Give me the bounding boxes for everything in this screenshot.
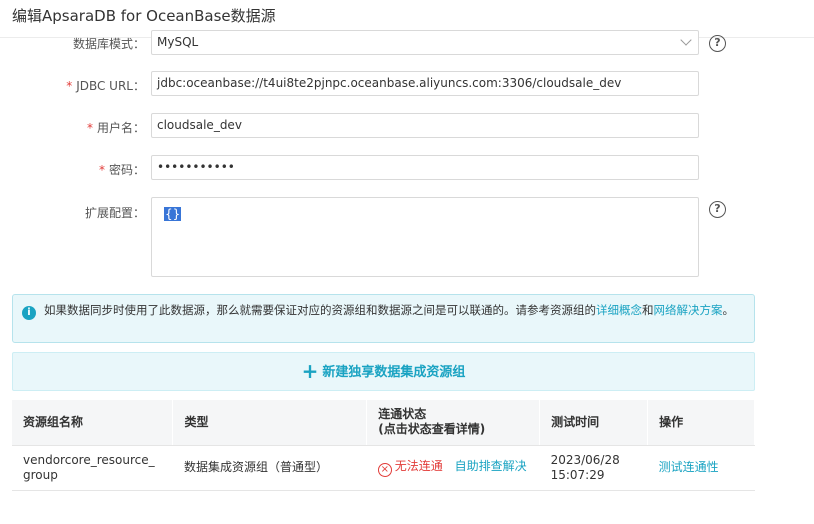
username-label: * 用户名：	[10, 119, 145, 136]
col-header-status: 连通状态 (点击状态查看详情)	[366, 400, 541, 446]
help-icon[interactable]: ?	[709, 35, 726, 52]
test-time-value: 2023/06/28 15:07:29	[550, 452, 620, 482]
cell-test-time: 2023/06/28 15:07:29	[539, 445, 648, 491]
required-mark: *	[98, 163, 105, 177]
col-header-type: 类型	[172, 400, 368, 446]
username-input[interactable]: cloudsale_dev	[151, 113, 699, 138]
cell-type: 数据集成资源组（普通型）	[172, 445, 367, 491]
col-header-name: 资源组名称	[12, 400, 174, 446]
status-text: 无法连通	[394, 458, 443, 473]
db-mode-select[interactable]: MySQL	[151, 30, 699, 55]
db-mode-label: 数据库模式：	[72, 37, 145, 51]
network-solution-link[interactable]: 网络解决方案	[654, 303, 723, 317]
error-icon: ×	[377, 462, 392, 477]
help-icon[interactable]: ?	[709, 201, 726, 218]
status-failed[interactable]: × 无法连通	[377, 458, 443, 477]
jdbc-url-label-text: JDBC URL：	[76, 79, 145, 93]
password-label: * 密码：	[10, 161, 145, 178]
password-label-text: 密码：	[108, 163, 145, 177]
jdbc-url-label: * JDBC URL：	[10, 77, 145, 94]
required-mark: *	[86, 121, 93, 135]
concept-link[interactable]: 详细概念	[596, 303, 642, 317]
db-mode-value: MySQL	[157, 35, 199, 49]
ext-config-label: 扩展配置：	[84, 206, 145, 220]
password-input[interactable]: •••••••••••	[151, 155, 699, 180]
ext-config-value: {}	[164, 207, 182, 221]
cell-action: 测试连通性	[647, 445, 755, 491]
cell-status: × 无法连通 自助排查解决	[366, 445, 540, 491]
notice-body: 如果数据同步时使用了此数据源，那么就需要保证对应的资源组和数据源之间是可以联通的…	[44, 303, 596, 317]
new-resource-group-button[interactable]: + 新建独享数据集成资源组	[12, 352, 755, 391]
col-header-action: 操作	[647, 400, 755, 446]
required-mark: *	[66, 79, 73, 93]
table-row: vendorcore_resource_group 数据集成资源组（普通型） ×…	[12, 445, 755, 491]
resource-group-table: 资源组名称 类型 连通状态 (点击状态查看详情) 测试时间 操作 vendorc…	[12, 400, 755, 491]
table-header-row: 资源组名称 类型 连通状态 (点击状态查看详情) 测试时间 操作	[12, 400, 755, 446]
info-notice: i 如果数据同步时使用了此数据源，那么就需要保证对应的资源组和数据源之间是可以联…	[12, 294, 755, 343]
dialog-title: 编辑ApsaraDB for OceanBase数据源	[12, 7, 276, 25]
chevron-down-icon	[680, 34, 692, 46]
self-troubleshoot-link[interactable]: 自助排查解决	[455, 459, 527, 473]
resource-group-name: vendorcore_resource_group	[23, 452, 155, 482]
info-icon: i	[22, 306, 36, 320]
ext-config-textarea[interactable]: {}	[151, 197, 699, 277]
username-label-text: 用户名：	[96, 121, 145, 135]
new-resource-group-label: 新建独享数据集成资源组	[322, 365, 466, 380]
test-connectivity-link[interactable]: 测试连通性	[659, 460, 719, 474]
notice-end: 。	[722, 303, 735, 317]
plus-icon: +	[301, 359, 319, 383]
notice-and: 和	[642, 303, 654, 317]
cell-name: vendorcore_resource_group	[12, 445, 173, 491]
col-header-test-time: 测试时间	[539, 400, 649, 446]
jdbc-url-input[interactable]: jdbc:oceanbase://t4ui8te2pjnpc.oceanbase…	[151, 71, 699, 96]
notice-text: 如果数据同步时使用了此数据源，那么就需要保证对应的资源组和数据源之间是可以联通的…	[44, 302, 744, 319]
